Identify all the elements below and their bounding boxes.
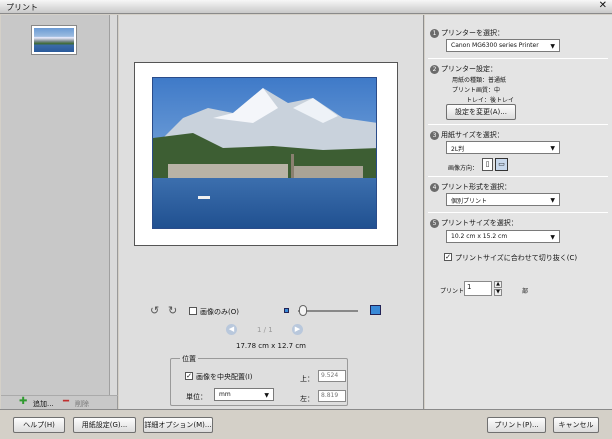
- remove-icon[interactable]: ━: [63, 396, 69, 407]
- thumbnail-actions: ✚ 追加... ━ 削除: [1, 395, 118, 409]
- orientation-label: 画像方向：: [448, 165, 479, 172]
- change-settings-button[interactable]: 設定を変更(A)...: [446, 104, 516, 120]
- divider: [428, 176, 608, 177]
- print-size-select-value: 10.2 cm x 15.2 cm: [451, 233, 508, 240]
- step-number-badge: 5: [430, 219, 439, 228]
- cancel-button[interactable]: キャンセル: [553, 417, 599, 433]
- landscape-orientation-icon[interactable]: ▭: [495, 158, 508, 171]
- printer-select[interactable]: Canon MG6300 series Printer ▼: [446, 39, 560, 52]
- unit-label: 単位：: [186, 393, 207, 401]
- chevron-down-icon: ▼: [264, 392, 269, 399]
- image-only-checkbox[interactable]: [189, 307, 197, 315]
- close-icon[interactable]: ✕: [599, 0, 607, 11]
- print-size-select[interactable]: 10.2 cm x 15.2 cm ▼: [446, 230, 560, 243]
- step1-label: プリンターを選択：: [441, 29, 504, 37]
- left-label: 左：: [300, 395, 314, 403]
- print-type-select-value: 個別プリント: [451, 198, 488, 205]
- step3-heading: 3 用紙サイズを選択：: [430, 130, 504, 140]
- unit-select[interactable]: mm ▼: [214, 388, 274, 401]
- divider: [428, 212, 608, 213]
- rotate-left-icon[interactable]: ↺: [150, 304, 159, 317]
- prev-page-icon[interactable]: ◀: [226, 324, 237, 335]
- step-number-badge: 1: [430, 29, 439, 38]
- step-number-badge: 2: [430, 65, 439, 74]
- paper-size-select-value: 2L判: [451, 146, 465, 153]
- divider: [428, 124, 608, 125]
- print-button[interactable]: プリント(P)...: [487, 417, 546, 433]
- crop-to-fit-label: プリントサイズに合わせて切り抜く(C): [455, 254, 578, 262]
- print-quality-info: プリント画質：中: [452, 87, 501, 94]
- paper-type-info: 用紙の種類：普通紙: [452, 77, 507, 84]
- print-dimensions: 17.78 cm x 12.7 cm: [236, 342, 307, 350]
- position-group-label: 位置: [180, 354, 198, 364]
- print-type-select[interactable]: 個別プリント ▼: [446, 193, 560, 206]
- next-page-icon[interactable]: ▶: [292, 324, 303, 335]
- crop-to-fit-checkbox[interactable]: ✓: [444, 253, 452, 261]
- thumbnail-scrollbar[interactable]: [109, 15, 117, 395]
- center-image-label: 画像を中央配置(I): [196, 373, 253, 381]
- lake-mountain-image: [153, 78, 376, 228]
- step-number-badge: 3: [430, 131, 439, 140]
- title-bar: プリント ✕: [0, 0, 612, 14]
- add-icon[interactable]: ✚: [19, 396, 27, 407]
- step3-label: 用紙サイズを選択：: [441, 131, 504, 139]
- chevron-down-icon: ▼: [550, 197, 555, 204]
- step1-heading: 1 プリンターを選択：: [430, 28, 504, 38]
- zoom-slider-handle[interactable]: [298, 305, 307, 316]
- chevron-down-icon: ▼: [550, 43, 555, 50]
- help-button[interactable]: ヘルプ(H): [13, 417, 65, 433]
- unit-select-value: mm: [219, 391, 231, 398]
- window-title: プリント: [6, 3, 38, 12]
- copies-label: プリント: [440, 288, 465, 295]
- thumbnail-panel: ✚ 追加... ━ 削除: [1, 15, 118, 409]
- more-options-button[interactable]: 詳細オプション(M)...: [143, 417, 213, 433]
- top-label: 上：: [300, 375, 314, 383]
- tray-info: トレイ：後トレイ: [466, 97, 515, 104]
- portrait-orientation-icon[interactable]: ▯: [482, 158, 493, 171]
- step2-heading: 2 プリンター設定：: [430, 64, 497, 74]
- photo-thumbnail[interactable]: [31, 25, 77, 55]
- step2-label: プリンター設定：: [441, 65, 497, 73]
- copies-unit: 部: [522, 288, 529, 295]
- step5-heading: 5 プリントサイズを選択：: [430, 218, 518, 228]
- top-field[interactable]: 9.524: [318, 370, 346, 382]
- copies-down-icon[interactable]: ▼: [494, 289, 502, 296]
- step-number-badge: 4: [430, 183, 439, 192]
- left-field[interactable]: 8.819: [318, 390, 346, 402]
- divider: [428, 58, 608, 59]
- step4-heading: 4 プリント形式を選択：: [430, 182, 511, 192]
- chevron-down-icon: ▼: [550, 234, 555, 241]
- page-setup-button[interactable]: 用紙設定(G)...: [73, 417, 136, 433]
- step4-label: プリント形式を選択：: [441, 183, 511, 191]
- zoom-in-icon[interactable]: [370, 305, 381, 315]
- paper-size-select[interactable]: 2L判 ▼: [446, 141, 560, 154]
- copies-field[interactable]: 1: [464, 281, 492, 296]
- step5-label: プリントサイズを選択：: [441, 219, 518, 227]
- rotate-right-icon[interactable]: ↻: [168, 304, 177, 317]
- photo-preview[interactable]: [152, 77, 377, 229]
- page-indicator: 1 / 1: [257, 326, 273, 334]
- zoom-slider[interactable]: [298, 310, 358, 312]
- copies-up-icon[interactable]: ▲: [494, 281, 502, 288]
- add-button[interactable]: 追加...: [33, 399, 54, 409]
- image-only-label: 画像のみ(O): [200, 308, 239, 316]
- center-image-checkbox[interactable]: ✓: [185, 372, 193, 380]
- chevron-down-icon: ▼: [550, 145, 555, 152]
- printer-select-value: Canon MG6300 series Printer: [451, 42, 539, 49]
- remove-button[interactable]: 削除: [75, 399, 89, 409]
- zoom-out-icon[interactable]: [284, 308, 289, 313]
